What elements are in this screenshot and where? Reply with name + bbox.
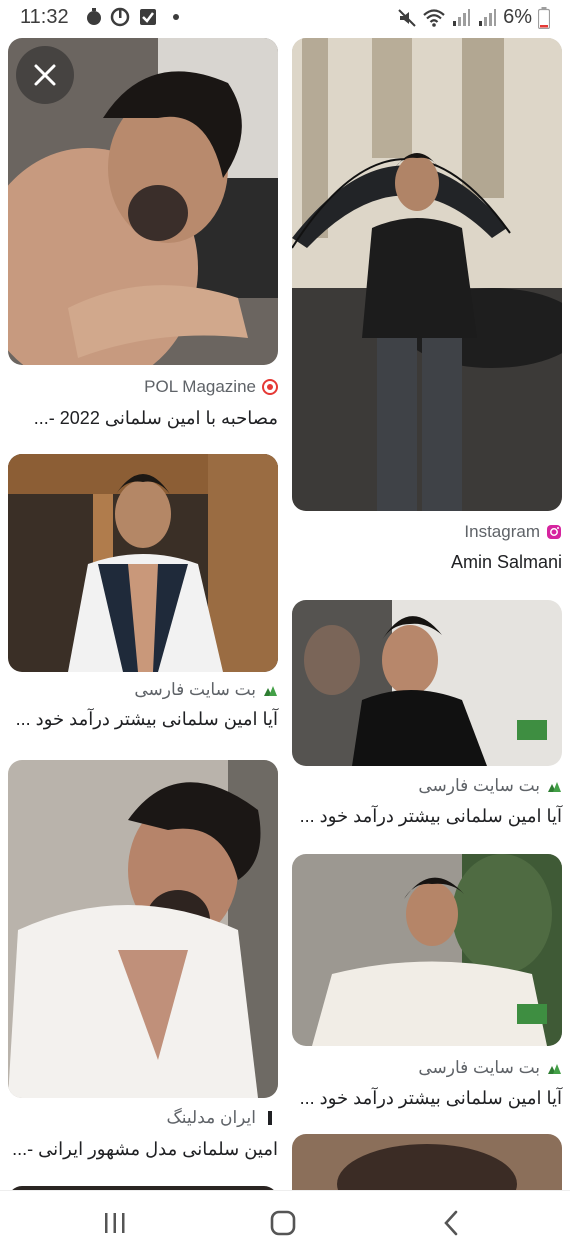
signal-icon <box>453 8 471 26</box>
result-source: ایران مدلینگ <box>167 1108 278 1128</box>
site-logo-icon <box>548 782 561 792</box>
site-logo-icon <box>264 686 277 696</box>
mute-icon <box>398 8 416 27</box>
battery-percentage: 6% <box>503 6 532 28</box>
result-caption[interactable]: امین سلمانی مدل مشهور ایرانی -... <box>12 1139 278 1160</box>
result-caption[interactable]: Amin Salmani <box>451 552 562 573</box>
wifi-icon <box>423 8 445 27</box>
result-source-name: بت سایت فارسی <box>418 776 540 795</box>
dot-icon <box>173 14 179 20</box>
close-button[interactable] <box>16 46 74 104</box>
result-source: بت سایت فارسی <box>134 680 278 700</box>
result-image[interactable] <box>292 38 562 511</box>
back-button[interactable] <box>426 1203 476 1243</box>
check-box-icon <box>140 9 156 25</box>
result-source-name: POL Magazine <box>144 377 256 396</box>
result-source: بت سایت فارسی <box>418 776 562 796</box>
result-source-name: بت سایت فارسی <box>134 680 256 699</box>
result-caption[interactable]: آیا امین سلمانی بیشتر درآمد خود ... <box>300 806 562 827</box>
timer-icon <box>87 8 101 25</box>
result-image[interactable] <box>8 454 278 672</box>
result-caption[interactable]: آیا امین سلمانی بیشتر درآمد خود ... <box>16 709 278 730</box>
result-image[interactable] <box>292 1134 562 1190</box>
recent-apps-button[interactable] <box>90 1203 140 1243</box>
result-source: Instagram <box>464 522 562 542</box>
site-logo-icon <box>548 1064 561 1074</box>
result-source: POL Magazine <box>144 377 278 397</box>
result-caption[interactable]: مصاحبه با امین سلمانی 2022 -... <box>34 408 278 429</box>
status-time: 11:32 <box>20 6 69 28</box>
battery-icon <box>538 6 550 29</box>
result-source: بت سایت فارسی <box>418 1058 562 1078</box>
home-icon <box>270 1210 296 1236</box>
result-image[interactable] <box>292 600 562 766</box>
letter-i-icon <box>268 1111 272 1125</box>
back-icon <box>444 1210 458 1236</box>
status-bar: 11:32 6% <box>0 0 570 36</box>
instagram-icon <box>547 525 561 539</box>
home-button[interactable] <box>258 1203 308 1243</box>
signal-icon <box>479 8 497 26</box>
result-source-name: بت سایت فارسی <box>418 1058 540 1077</box>
result-caption[interactable]: آیا امین سلمانی بیشتر درآمد خود ... <box>300 1088 562 1109</box>
result-source-name: Instagram <box>464 522 540 541</box>
close-icon <box>34 64 56 86</box>
red-circle-icon <box>262 379 278 395</box>
result-image[interactable] <box>292 854 562 1046</box>
power-icon <box>110 7 130 27</box>
recent-apps-icon <box>105 1213 125 1233</box>
system-nav-bar <box>0 1190 570 1253</box>
result-image[interactable] <box>8 760 278 1098</box>
result-source-name: ایران مدلینگ <box>166 1108 256 1127</box>
